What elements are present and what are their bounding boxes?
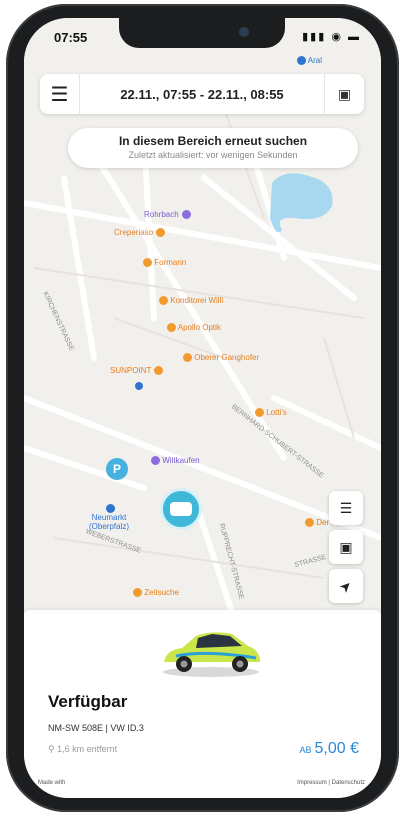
status-time: 07:55 [54, 30, 88, 45]
location-pin-icon: ⚲ [48, 744, 55, 754]
poi-marker-icon [133, 588, 142, 598]
poi-konditorei[interactable]: Konditorei Willi [156, 296, 224, 306]
poi-label: Zeitsuche [144, 588, 179, 597]
vehicle-marker[interactable] [160, 488, 202, 530]
notch [119, 18, 285, 48]
poi-marker-icon [167, 323, 176, 333]
poi-aral[interactable]: Aral [294, 56, 323, 66]
list-icon: ☰ [339, 499, 353, 516]
poi-ganghofer[interactable]: Oberer Ganghofer [180, 353, 260, 363]
car-icon [170, 502, 192, 516]
price-value: 5,00 € [314, 740, 359, 757]
poi-apollo[interactable]: Apollo Optik [164, 323, 221, 333]
price: AB 5,00 € [300, 740, 360, 758]
footer-made-with[interactable]: Made with [38, 780, 65, 786]
poi-label: Neumarkt (Oberpfalz) [88, 513, 129, 532]
location-arrow-icon: ➤ [335, 575, 356, 596]
poi-marker-icon [255, 408, 264, 418]
poi-label: Aral [307, 56, 323, 65]
poi-rohrbach[interactable]: Rohrbach [144, 210, 191, 220]
menu-button[interactable]: ☰ [40, 74, 80, 114]
train-station-icon [106, 504, 115, 514]
distance-value: 1,6 km entfernt [57, 744, 118, 754]
poi-marker-icon [154, 366, 164, 376]
app-screen: 07:55 ▮▮▮ ◉ ▬ Aral Rohrbach Creperiaso F… [24, 18, 381, 798]
poi-label: Creperiaso [114, 228, 154, 237]
date-range-selector[interactable]: 22.11., 07:55 - 22.11., 08:55 [80, 87, 324, 102]
poi-label: Konditorei Willi [170, 296, 224, 305]
footer-legal-links[interactable]: Impressum | Datenschutz [297, 780, 365, 786]
qr-button[interactable]: ▣ [324, 74, 364, 114]
poi-label: Oberer Ganghofer [194, 353, 260, 362]
poi-sunpoint[interactable]: SUNPOINT [110, 366, 164, 376]
price-prefix: AB [299, 745, 312, 755]
poi-formann[interactable]: Formann [140, 258, 187, 268]
poi-label: Lotti's [266, 408, 287, 417]
search-area-subtitle: Zuletzt aktualisiert: vor wenigen Sekund… [128, 150, 298, 160]
poi-label: Rohrbach [144, 210, 179, 219]
qr-code-icon: ▣ [339, 538, 353, 555]
vehicle-card[interactable]: Verfügbar NM-SW 508E | VW ID.3 ⚲ 1,6 km … [24, 610, 381, 798]
status-icons: ▮▮▮ ◉ ▬ [302, 31, 361, 43]
search-area-title: In diesem Bereich erneut suchen [118, 134, 308, 148]
plate-and-model: NM-SW 508E | VW ID.3 [48, 723, 144, 733]
list-view-button[interactable]: ☰ [329, 491, 363, 525]
poi-label: Apollo Optik [177, 323, 221, 332]
locate-me-button[interactable]: ➤ [329, 569, 363, 603]
poi-marker-icon [305, 518, 314, 528]
car-image [163, 632, 260, 677]
poi-station[interactable]: Neumarkt (Oberpfalz) [84, 504, 134, 531]
poi-label: Formann [154, 258, 187, 267]
phone-frame: 07:55 ▮▮▮ ◉ ▬ Aral Rohrbach Creperiaso F… [6, 4, 399, 812]
poi-marker-icon [183, 353, 192, 363]
poi-creperiaso[interactable]: Creperiaso [114, 228, 166, 238]
poi-marker-icon [151, 456, 160, 466]
camera-icon [239, 27, 249, 37]
poi-label: Wiltkaufen [162, 456, 200, 465]
search-this-area-button[interactable]: In diesem Bereich erneut suchen Zuletzt … [68, 128, 358, 168]
poi-label: SUNPOINT [110, 366, 152, 375]
qr-scan-button[interactable]: ▣ [329, 530, 363, 564]
qr-code-icon: ▣ [337, 85, 352, 102]
poi-lottis[interactable]: Lotti's [252, 408, 287, 418]
parking-marker[interactable]: P [106, 458, 128, 480]
poi-marker-icon [297, 56, 306, 66]
poi-marker-icon [181, 210, 191, 220]
poi-marker-icon [159, 296, 168, 306]
poi-marker-icon [143, 258, 152, 268]
date-range-bar: ☰ 22.11., 07:55 - 22.11., 08:55 ▣ [40, 74, 364, 114]
availability-status: Verfügbar [48, 692, 128, 711]
poi-wiltkaufen[interactable]: Wiltkaufen [148, 456, 200, 466]
poi-zeitsuche[interactable]: Zeitsuche [130, 588, 179, 598]
distance: ⚲ 1,6 km entfernt [48, 744, 117, 755]
parking-icon: P [112, 462, 121, 476]
poi-marker-icon [156, 228, 166, 238]
hamburger-icon: ☰ [50, 83, 69, 106]
